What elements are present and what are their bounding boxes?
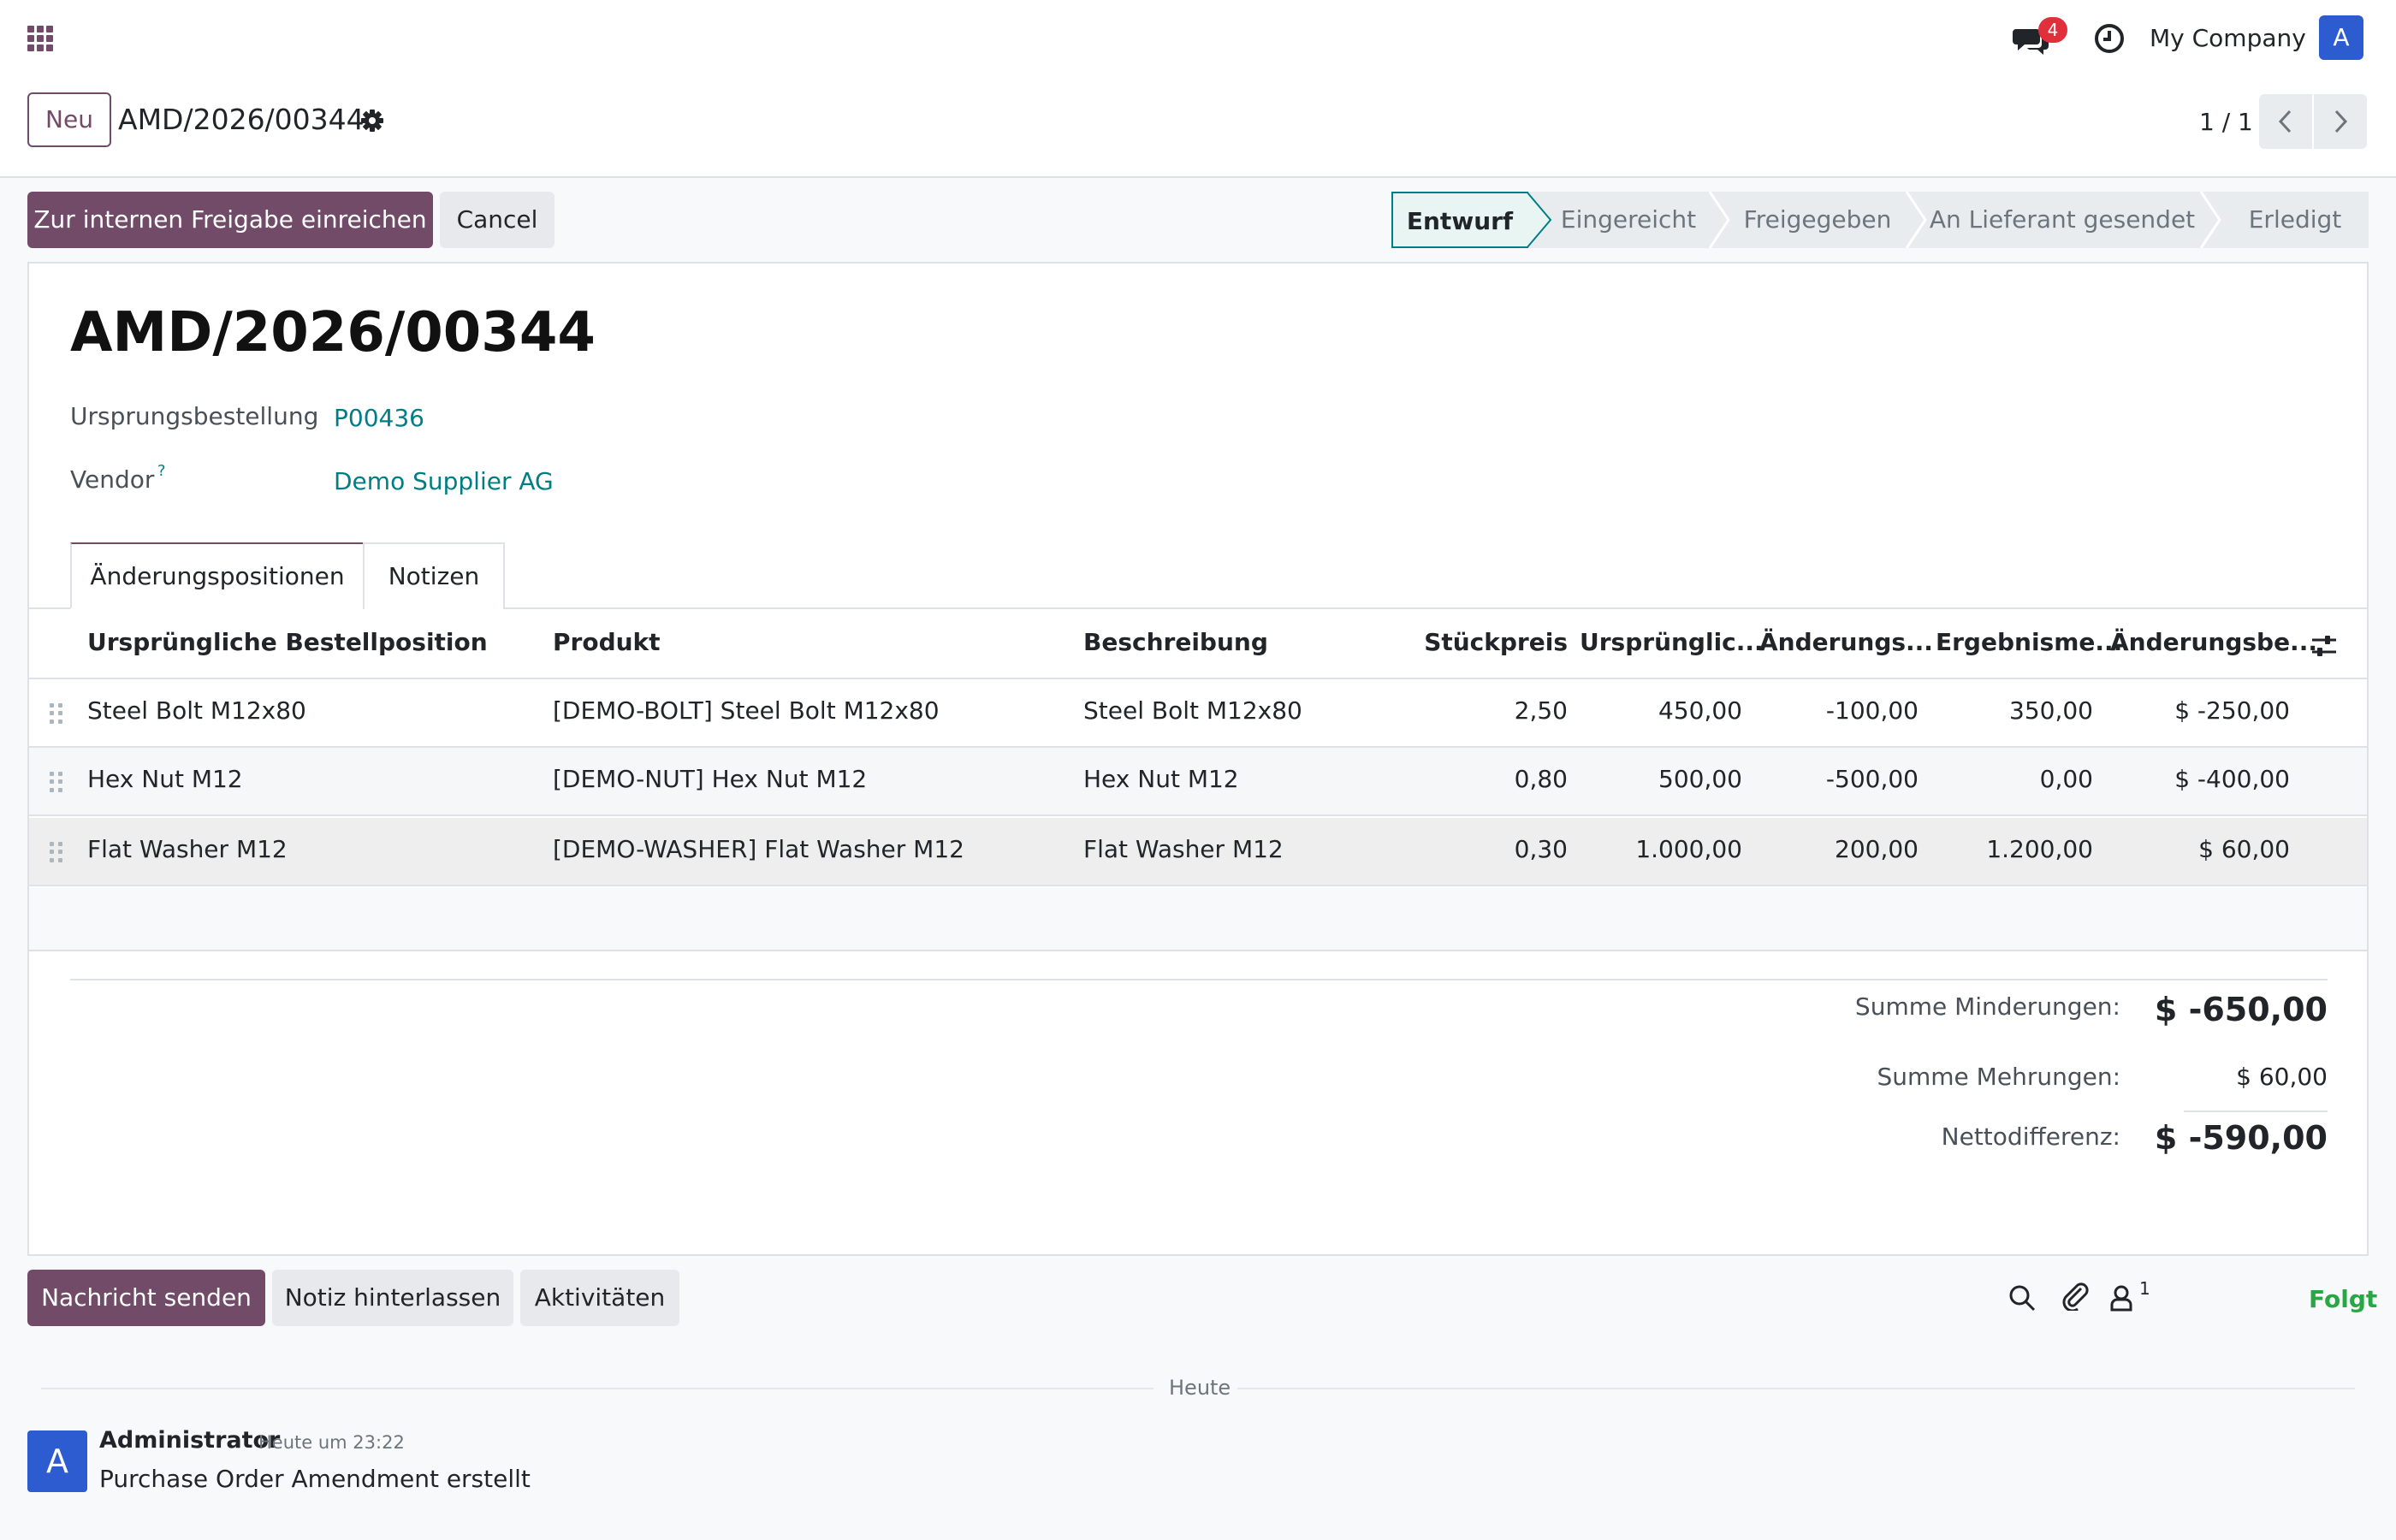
column-unit-price[interactable]: Stückpreis	[1403, 628, 1568, 656]
pager-next-button[interactable]	[2314, 94, 2367, 149]
cell-change-qty: -500,00	[1825, 765, 1919, 793]
cell-description: Steel Bolt M12x80	[1083, 696, 1302, 725]
new-button[interactable]: Neu	[27, 92, 111, 147]
vendor-link[interactable]: Demo Supplier AG	[334, 467, 554, 495]
stage-draft[interactable]: Entwurf	[1391, 192, 1528, 248]
gear-icon[interactable]	[359, 108, 385, 133]
column-change-qty[interactable]: Änderungs...	[1759, 628, 1933, 656]
cell-change-amount: $ -400,00	[2174, 765, 2290, 793]
apps-menu-icon[interactable]	[27, 26, 53, 51]
cell-product: [DEMO-WASHER] Flat Washer M12	[553, 835, 964, 863]
origin-order-link[interactable]: P00436	[334, 404, 424, 432]
cell-unit-price: 2,50	[1514, 696, 1568, 725]
followers-icon[interactable]	[2108, 1283, 2138, 1312]
messages-badge: 4	[2038, 17, 2067, 43]
column-result-qty[interactable]: Ergebnisme...	[1936, 628, 2122, 656]
stage-arrow	[1527, 192, 1552, 248]
drag-handle-icon[interactable]	[50, 842, 63, 862]
totals-divider	[70, 979, 2328, 980]
cell-original-line: Hex Nut M12	[87, 765, 243, 793]
user-avatar[interactable]: A	[2319, 15, 2363, 60]
date-divider-left	[41, 1388, 1154, 1389]
follow-toggle[interactable]: Folgt	[2309, 1285, 2377, 1313]
breadcrumb-title: AMD/2026/00344	[118, 103, 365, 136]
cell-product: [DEMO-BOLT] Steel Bolt M12x80	[553, 696, 940, 725]
cancel-button[interactable]: Cancel	[440, 192, 555, 248]
chevron-left-icon	[2278, 110, 2292, 133]
net-total-divider	[2184, 1111, 2328, 1112]
cell-result-qty: 350,00	[2009, 696, 2093, 725]
cell-unit-price: 0,30	[1514, 835, 1568, 863]
stage-separator	[1708, 192, 1730, 248]
cell-unit-price: 0,80	[1514, 765, 1568, 793]
stage-submitted[interactable]: Eingereicht	[1551, 192, 1706, 248]
column-change-amount[interactable]: Änderungsbe...	[2110, 628, 2317, 656]
stage-separator	[2199, 192, 2221, 248]
optional-columns-icon[interactable]	[2310, 633, 2338, 659]
search-icon[interactable]	[2008, 1283, 2037, 1312]
paperclip-icon[interactable]	[2061, 1282, 2090, 1311]
table-row[interactable]: Flat Washer M12 [DEMO-WASHER] Flat Washe…	[29, 818, 2367, 886]
cell-result-qty: 0,00	[2039, 765, 2093, 793]
activity-clock-icon[interactable]	[2093, 22, 2126, 55]
status-bar: Entwurf Eingereicht Freigegeben An Liefe…	[1391, 192, 2369, 248]
pager-previous-button[interactable]	[2259, 94, 2312, 149]
cell-original-qty: 1.000,00	[1635, 835, 1742, 863]
drag-handle-icon[interactable]	[50, 703, 63, 724]
date-separator-today: Heute	[1169, 1376, 1231, 1400]
origin-order-label: Ursprungsbestellung	[70, 402, 319, 430]
followers-count: 1	[2139, 1278, 2150, 1299]
table-row[interactable]: Hex Nut M12 [DEMO-NUT] Hex Nut M12 Hex N…	[29, 748, 2367, 816]
tab-notes[interactable]: Notizen	[363, 542, 505, 609]
table-empty-row[interactable]	[29, 888, 2367, 951]
company-switcher[interactable]: My Company	[2150, 24, 2306, 52]
cell-change-amount: $ 60,00	[2198, 835, 2290, 863]
total-increase-label: Summe Mehrungen:	[1877, 1063, 2120, 1091]
cell-original-qty: 500,00	[1658, 765, 1742, 793]
pager-value[interactable]: 1 / 1	[2199, 108, 2253, 136]
stage-approved[interactable]: Freigegeben	[1729, 192, 1907, 248]
cell-original-qty: 450,00	[1658, 696, 1742, 725]
net-difference-value: $ -590,00	[2154, 1119, 2328, 1157]
total-decrease-value: $ -650,00	[2154, 991, 2328, 1028]
cell-change-qty: 200,00	[1835, 835, 1919, 863]
cell-original-line: Steel Bolt M12x80	[87, 696, 306, 725]
stage-sent-to-vendor[interactable]: An Lieferant gesendet	[1924, 192, 2201, 248]
submit-approval-button[interactable]: Zur internen Freigabe einreichen	[27, 192, 433, 248]
total-increase-value: $ 60,00	[2236, 1063, 2328, 1091]
top-navbar: 4 My Company A	[0, 0, 2396, 79]
cell-original-line: Flat Washer M12	[87, 835, 288, 863]
date-divider-right	[1237, 1388, 2355, 1389]
send-message-button[interactable]: Nachricht senden	[27, 1270, 265, 1326]
cell-description: Flat Washer M12	[1083, 835, 1284, 863]
message-author[interactable]: Administrator	[99, 1427, 280, 1454]
cell-description: Hex Nut M12	[1083, 765, 1239, 793]
drag-handle-icon[interactable]	[50, 772, 63, 792]
column-original-qty[interactable]: Ursprünglic...	[1580, 628, 1764, 656]
vendor-label: Vendor	[70, 465, 155, 494]
table-row[interactable]: Steel Bolt M12x80 [DEMO-BOLT] Steel Bolt…	[29, 679, 2367, 748]
message-timestamp: Heute um 23:22	[258, 1432, 405, 1453]
activities-button[interactable]: Aktivitäten	[520, 1270, 679, 1326]
total-decrease-label: Summe Minderungen:	[1854, 992, 2120, 1021]
net-difference-label: Nettodifferenz:	[1941, 1122, 2120, 1151]
chevron-right-icon	[2334, 110, 2348, 133]
cell-change-amount: $ -250,00	[2174, 696, 2290, 725]
message-body: Purchase Order Amendment erstellt	[99, 1465, 531, 1493]
record-title: AMD/2026/00344	[70, 301, 596, 364]
log-note-button[interactable]: Notiz hinterlassen	[272, 1270, 513, 1326]
cell-change-qty: -100,00	[1825, 696, 1919, 725]
cell-result-qty: 1.200,00	[1986, 835, 2093, 863]
column-product[interactable]: Produkt	[553, 628, 661, 656]
cell-product: [DEMO-NUT] Hex Nut M12	[553, 765, 868, 793]
column-original-line[interactable]: Ursprüngliche Bestellposition	[87, 628, 488, 656]
column-description[interactable]: Beschreibung	[1083, 628, 1268, 656]
message-author-avatar[interactable]: A	[27, 1430, 87, 1492]
tab-change-lines[interactable]: Änderungspositionen	[70, 542, 365, 609]
vendor-help-tooltip[interactable]: ?	[157, 462, 166, 480]
stage-done[interactable]: Erledigt	[2221, 192, 2369, 248]
